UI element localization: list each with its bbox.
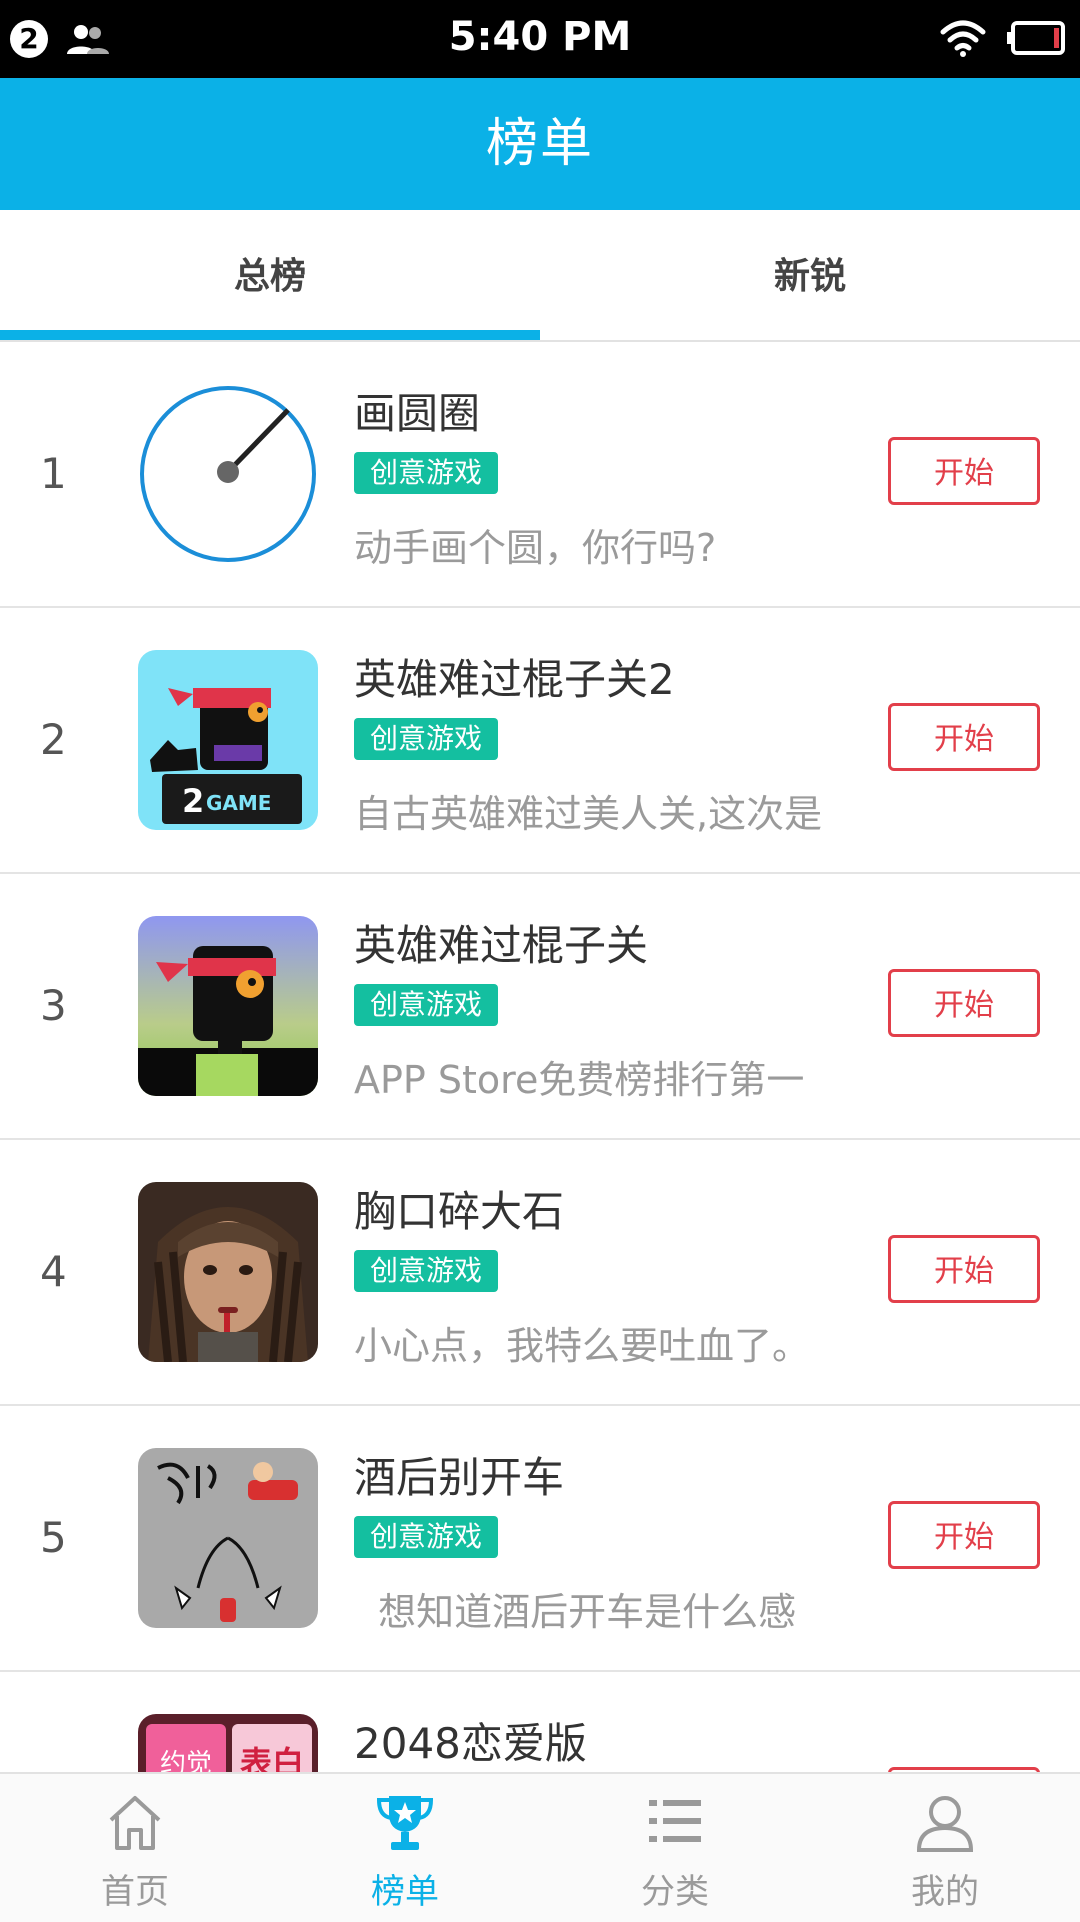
nav-home[interactable]: 首页 <box>0 1774 270 1922</box>
category-tag: 创意游戏 <box>354 718 499 760</box>
face-portrait-icon <box>138 1182 318 1362</box>
nav-category[interactable]: 分类 <box>540 1774 810 1922</box>
tab-overall[interactable]: 总榜 <box>0 210 540 340</box>
list-item[interactable]: 4 胸口碎大石 创意游戏 小心点，我特么要吐血了。 开始 <box>0 1140 1080 1406</box>
tab-new[interactable]: 新锐 <box>540 210 1080 340</box>
game-title[interactable]: 胸口碎大石 <box>354 1178 564 1239</box>
nav-label: 首页 <box>101 1872 169 1912</box>
ranking-tabs: 总榜 新锐 <box>0 210 1080 342</box>
game-title[interactable]: 画圆圈 <box>354 380 480 441</box>
home-icon <box>109 1796 161 1850</box>
trophy-icon <box>376 1796 434 1850</box>
game-description: APP Store免费榜排行第一 <box>354 1058 805 1102</box>
game-list: 1 画圆圈 创意游戏 动手画个圆，你行吗? 开始 2 2 GAME 英雄难过棍子… <box>0 342 1080 1772</box>
user-icon <box>916 1796 974 1852</box>
rank-number: 1 <box>40 449 67 498</box>
list-item[interactable]: 5 酒后别开车 创意游戏 想知道酒后开车是什么感 开始 <box>0 1406 1080 1672</box>
list-icon <box>649 1800 701 1842</box>
start-button[interactable]: 开始 <box>888 969 1040 1037</box>
start-button[interactable]: 开始 <box>888 1235 1040 1303</box>
battery-icon <box>1007 21 1065 55</box>
tile-label: 表白 <box>240 1744 304 1772</box>
app-header: 榜单 <box>0 78 1080 210</box>
rank-number: 3 <box>40 981 67 1030</box>
game-title[interactable]: 英雄难过棍子关 <box>354 912 648 973</box>
list-item[interactable]: 约觉 表白 2048恋爱版 <box>0 1672 1080 1772</box>
nav-label: 分类 <box>641 1872 709 1912</box>
tab-indicator <box>0 330 540 340</box>
circle-clock-icon <box>138 384 318 564</box>
clock: 5:40 PM <box>448 14 632 60</box>
ninja-2game-icon: 2 GAME <box>138 650 318 830</box>
game-title[interactable]: 2048恋爱版 <box>354 1710 587 1771</box>
svg-text:2: 2 <box>182 782 204 820</box>
status-bar: 2 5:40 PM <box>0 0 1080 78</box>
start-button[interactable]: 开始 <box>888 437 1040 505</box>
rank-number: 2 <box>40 715 67 764</box>
nav-ranking[interactable]: 榜单 <box>270 1774 540 1922</box>
category-tag: 创意游戏 <box>354 452 499 494</box>
rank-number: 5 <box>40 1513 67 1562</box>
game-description: 小心点，我特么要吐血了。 <box>354 1324 811 1368</box>
page-title: 榜单 <box>485 114 594 174</box>
wifi-icon <box>940 20 986 57</box>
category-tag: 创意游戏 <box>354 984 499 1026</box>
list-item[interactable]: 2 2 GAME 英雄难过棍子关2 创意游戏 自古英雄难过美人关,这次是 开始 <box>0 608 1080 874</box>
game-title[interactable]: 酒后别开车 <box>354 1444 564 1505</box>
start-button[interactable]: 开始 <box>888 703 1040 771</box>
game-description: 自古英雄难过美人关,这次是 <box>354 792 823 836</box>
tile-label: 约觉 <box>160 1749 212 1772</box>
game-description: 想知道酒后开车是什么感 <box>354 1590 797 1634</box>
nav-mine[interactable]: 我的 <box>810 1774 1080 1922</box>
list-item[interactable]: 1 画圆圈 创意游戏 动手画个圆，你行吗? 开始 <box>0 342 1080 608</box>
bottom-nav: 首页 榜单 分类 我的 <box>0 1772 1080 1922</box>
start-button[interactable]: 开始 <box>888 1501 1040 1569</box>
rank-number: 4 <box>40 1247 67 1296</box>
game-description: 动手画个圆，你行吗? <box>354 526 717 570</box>
ninja-icon <box>138 916 318 1096</box>
category-tag: 创意游戏 <box>354 1516 499 1558</box>
nav-label: 榜单 <box>371 1872 439 1912</box>
category-tag: 创意游戏 <box>354 1250 499 1292</box>
nav-label: 我的 <box>911 1872 979 1912</box>
list-item[interactable]: 3 英雄难过棍子关 创意游戏 APP Store免费榜排行第一 开始 <box>0 874 1080 1140</box>
game-title[interactable]: 英雄难过棍子关2 <box>354 646 675 707</box>
2048-love-icon: 约觉 表白 <box>138 1714 318 1772</box>
svg-text:GAME: GAME <box>206 791 271 815</box>
drunk-driving-icon <box>138 1448 318 1628</box>
